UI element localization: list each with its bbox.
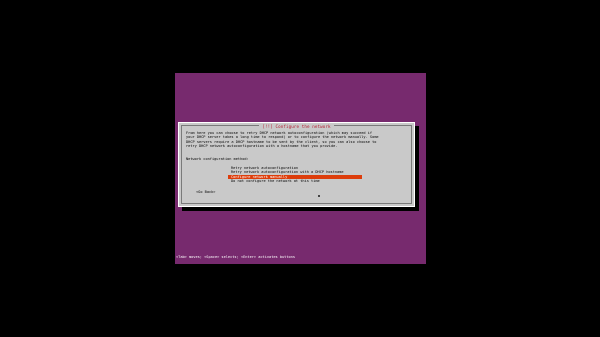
option-do-not-configure[interactable]: Do not configure the network at this tim… bbox=[228, 179, 362, 183]
go-back-button[interactable]: <Go Back> bbox=[196, 190, 215, 194]
description-line: retry DHCP network autoconfiguration wit… bbox=[186, 143, 338, 148]
configure-network-dialog: [!!] Configure the network From here you… bbox=[178, 122, 415, 207]
network-method-prompt: Network configuration method: bbox=[186, 157, 249, 161]
scroll-indicator bbox=[318, 195, 320, 197]
dialog-title-bar: [!!] Configure the network bbox=[179, 119, 414, 130]
installer-screen: [!!] Configure the network From here you… bbox=[0, 0, 600, 337]
dialog-description: From here you can choose to retry DHCP n… bbox=[186, 131, 408, 148]
keyboard-help-status-line: <Tab> moves; <Space> selects; <Enter> ac… bbox=[176, 255, 295, 259]
description-line: your DHCP server takes a long time to re… bbox=[186, 135, 379, 140]
dialog-title: [!!] Configure the network bbox=[259, 123, 334, 130]
network-method-options: Retry network autoconfiguration Retry ne… bbox=[228, 166, 362, 184]
